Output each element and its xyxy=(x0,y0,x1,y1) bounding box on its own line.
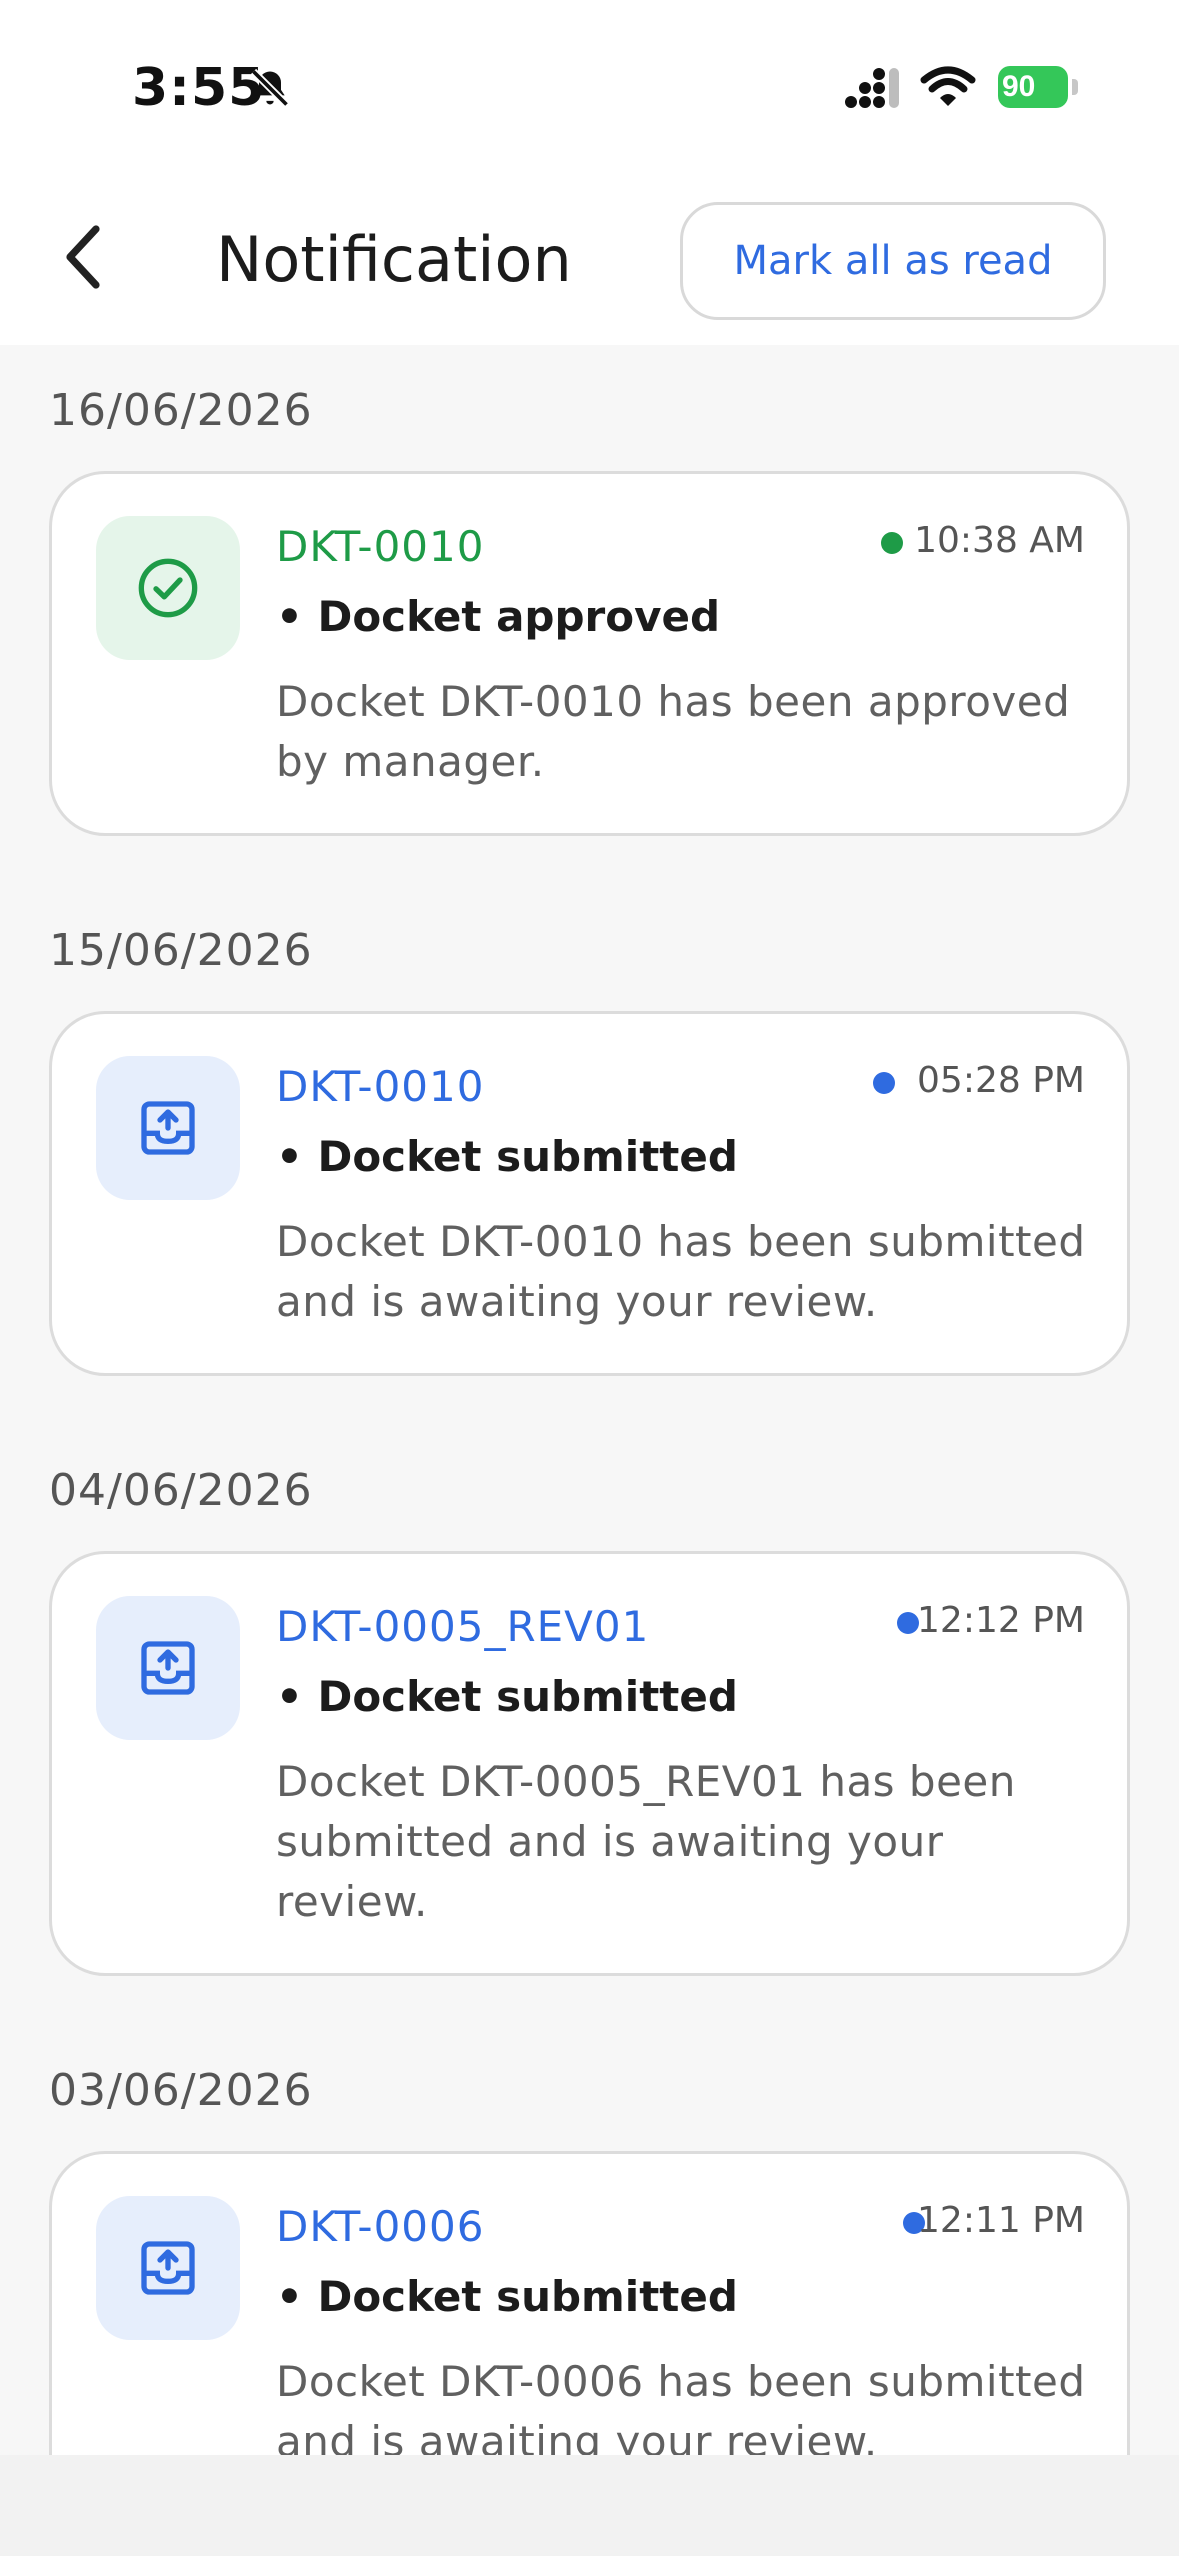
notification-title: • Docket submitted xyxy=(276,1672,738,1721)
battery-cap xyxy=(1072,79,1078,95)
bottom-safe-area xyxy=(0,2455,1179,2556)
notification-title: • Docket submitted xyxy=(276,2272,738,2321)
docket-id: DKT-0010 xyxy=(276,1062,485,1111)
icon-container xyxy=(96,2196,240,2340)
battery-percent: 90 xyxy=(1002,70,1036,103)
unread-dot xyxy=(897,1612,919,1634)
status-bar: 3:55 90 xyxy=(0,0,1179,175)
icon-container xyxy=(96,1056,240,1200)
chevron-left-icon xyxy=(66,225,100,289)
notification-body: Docket DKT-0010 has been submitted and i… xyxy=(276,1217,1086,1326)
upload-tray-icon xyxy=(141,2241,195,2295)
notification-list[interactable]: 16/06/2026 DKT-0010 10:38 AM • Docket ap… xyxy=(0,345,1179,2455)
unread-dot xyxy=(881,532,903,554)
back-button[interactable] xyxy=(52,217,116,297)
wifi-icon xyxy=(920,66,976,106)
notification-card[interactable]: DKT-0010 05:28 PM • Docket submitted Doc… xyxy=(49,1011,1130,1376)
notification-card[interactable]: DKT-0010 10:38 AM • Docket approved Dock… xyxy=(49,471,1130,836)
notification-time: 12:11 PM xyxy=(917,2200,1085,2241)
battery-icon: 90 xyxy=(998,66,1080,108)
notification-body: Docket DKT-0010 has been approved by man… xyxy=(276,677,1071,786)
notification-time: 12:12 PM xyxy=(917,1600,1085,1641)
unread-dot xyxy=(873,1072,895,1094)
notification-card[interactable]: DKT-0006 12:11 PM • Docket submitted Doc… xyxy=(49,2151,1130,2455)
notification-title: • Docket submitted xyxy=(276,1132,738,1181)
bell-off-icon xyxy=(250,68,290,108)
check-circle-icon xyxy=(138,558,198,618)
notification-title: • Docket approved xyxy=(276,592,721,641)
header: Notification Mark all as read xyxy=(0,175,1179,345)
notification-time: 10:38 AM xyxy=(914,520,1085,561)
icon-container xyxy=(96,516,240,660)
docket-id: DKT-0006 xyxy=(276,2202,485,2251)
page-title: Notification xyxy=(216,223,572,296)
status-time: 3:55 xyxy=(132,58,266,118)
icon-container xyxy=(96,1596,240,1740)
date-label: 03/06/2026 xyxy=(49,2065,313,2116)
upload-tray-icon xyxy=(141,1101,195,1155)
notification-body: Docket DKT-0005_REV01 has been submitted… xyxy=(276,1757,1016,1926)
notification-body: Docket DKT-0006 has been submitted and i… xyxy=(276,2357,1086,2455)
date-label: 04/06/2026 xyxy=(49,1465,313,1516)
date-label: 15/06/2026 xyxy=(49,925,313,976)
upload-tray-icon xyxy=(141,1641,195,1695)
notification-time: 05:28 PM xyxy=(917,1060,1085,1101)
docket-id: DKT-0005_REV01 xyxy=(276,1602,650,1651)
notification-card[interactable]: DKT-0005_REV01 12:12 PM • Docket submitt… xyxy=(49,1551,1130,1976)
cellular-signal-icon xyxy=(845,68,899,108)
date-label: 16/06/2026 xyxy=(49,385,313,436)
mark-all-read-button[interactable]: Mark all as read xyxy=(680,202,1106,320)
docket-id: DKT-0010 xyxy=(276,522,485,571)
